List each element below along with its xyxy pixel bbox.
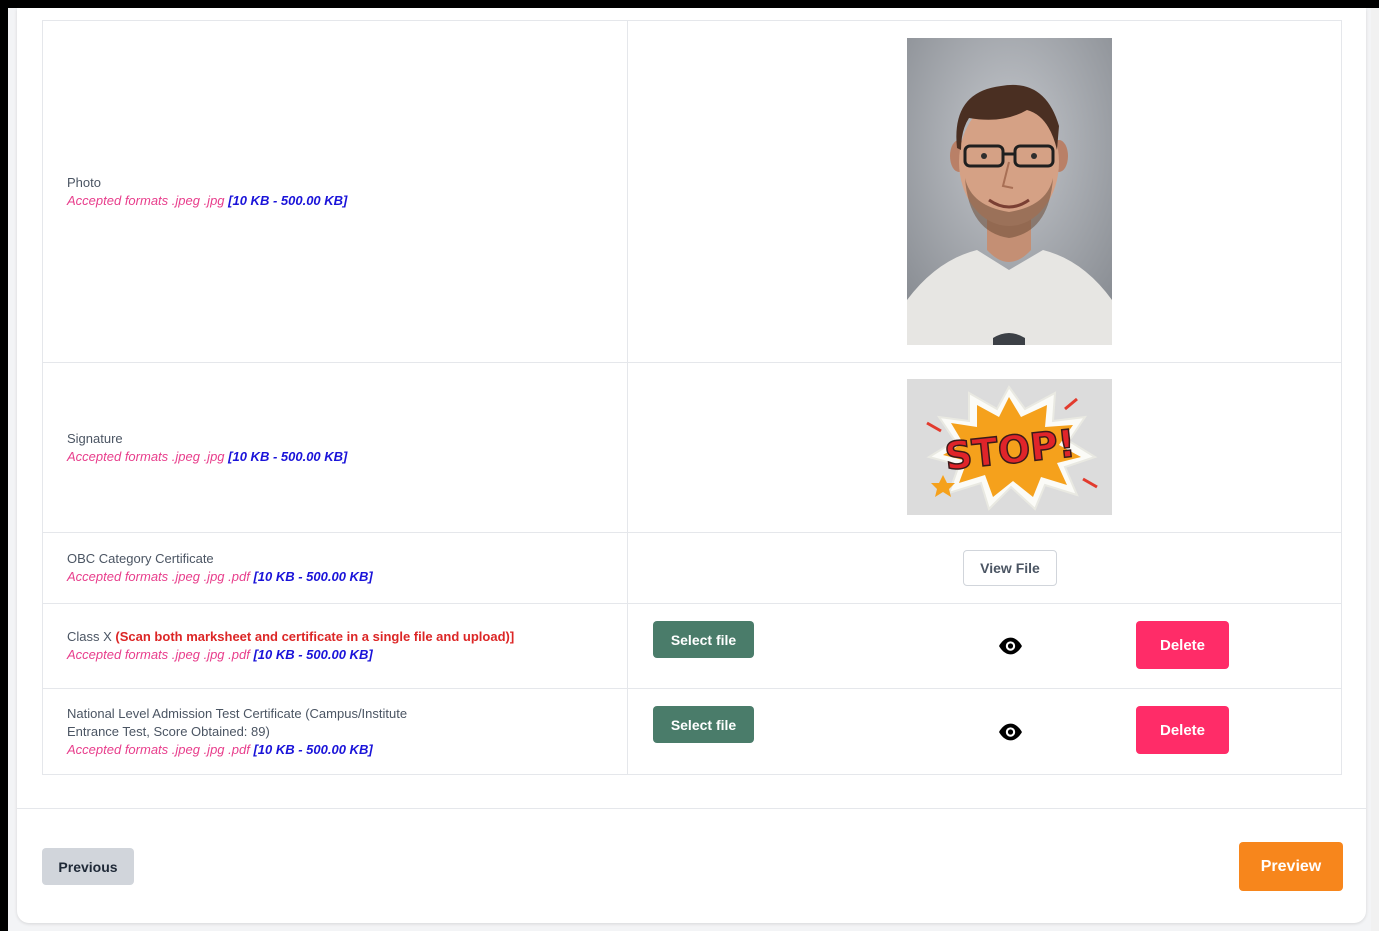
obc-value-cell: View File (627, 532, 1342, 604)
person-portrait-icon (907, 38, 1112, 345)
signature-label-cell: Signature Accepted formats .jpeg .jpg [1… (42, 362, 628, 533)
photo-value-cell (627, 20, 1342, 363)
table-row-photo: Photo Accepted formats .jpeg .jpg [10 KB… (42, 20, 1342, 363)
class-x-label: Class X (67, 629, 112, 644)
footer-divider (17, 808, 1366, 809)
eye-icon[interactable] (998, 637, 1023, 655)
obc-label-cell: OBC Category Certificate Accepted format… (42, 532, 628, 604)
table-row-class-x: Class X (Scan both marksheet and certifi… (42, 603, 1342, 689)
national-label-line-2: Entrance Test, Score Obtained: 89) (67, 723, 270, 739)
stop-sticker-icon: STOP! (907, 379, 1112, 515)
signature-formats: Accepted formats .jpeg .jpg (67, 448, 225, 464)
photo-format-line: Accepted formats .jpeg .jpg [10 KB - 500… (67, 192, 603, 210)
class-x-label-cell: Class X (Scan both marksheet and certifi… (42, 603, 628, 689)
table-row-national-test: National Level Admission Test Certificat… (42, 688, 1342, 775)
vertical-scrollbar[interactable] (1371, 8, 1379, 931)
photo-preview-image[interactable] (907, 38, 1112, 345)
previous-button[interactable]: Previous (42, 848, 134, 885)
class-x-note: (Scan both marksheet and certificate in … (115, 629, 515, 644)
photo-size: [10 KB - 500.00 KB] (228, 192, 348, 208)
class-x-size: [10 KB - 500.00 KB] (253, 647, 373, 662)
photo-formats: Accepted formats .jpeg .jpg (67, 192, 225, 208)
national-size: [10 KB - 500.00 KB] (253, 741, 373, 757)
obc-label: OBC Category Certificate (67, 551, 214, 566)
class-x-delete-button[interactable]: Delete (1136, 621, 1229, 669)
national-formats: Accepted formats .jpeg .jpg .pdf (67, 741, 250, 757)
national-delete-button[interactable]: Delete (1136, 706, 1229, 754)
table-row-signature: Signature Accepted formats .jpeg .jpg [1… (42, 362, 1342, 533)
signature-size: [10 KB - 500.00 KB] (228, 448, 348, 464)
documents-card: Photo Accepted formats .jpeg .jpg [10 KB… (17, 8, 1366, 923)
table-row-obc: OBC Category Certificate Accepted format… (42, 532, 1342, 604)
page-canvas: Photo Accepted formats .jpeg .jpg [10 KB… (8, 8, 1379, 931)
national-format-line: Accepted formats .jpeg .jpg .pdf [10 KB … (67, 741, 603, 759)
obc-size: [10 KB - 500.00 KB] (253, 569, 373, 584)
preview-button[interactable]: Preview (1239, 842, 1343, 891)
class-x-title-line: Class X (Scan both marksheet and certifi… (67, 628, 603, 646)
view-file-button[interactable]: View File (963, 550, 1057, 586)
signature-format-line: Accepted formats .jpeg .jpg [10 KB - 500… (67, 448, 603, 466)
eye-icon[interactable] (998, 723, 1023, 741)
photo-label-cell: Photo Accepted formats .jpeg .jpg [10 KB… (42, 20, 628, 363)
signature-value-cell: STOP! (627, 362, 1342, 533)
documents-table: Photo Accepted formats .jpeg .jpg [10 KB… (42, 20, 1342, 775)
national-label-cell: National Level Admission Test Certificat… (42, 688, 628, 775)
obc-formats: Accepted formats .jpeg .jpg .pdf (67, 569, 250, 584)
class-x-select-file-button[interactable]: Select file (653, 621, 754, 658)
class-x-value-cell: Select file Delete (627, 603, 1342, 689)
signature-preview-image[interactable]: STOP! (907, 379, 1112, 515)
national-select-file-button[interactable]: Select file (653, 706, 754, 743)
national-value-cell: Select file Delete (627, 688, 1342, 775)
national-label-line-1: National Level Admission Test Certificat… (67, 705, 408, 721)
class-x-formats: Accepted formats .jpeg .jpg .pdf (67, 647, 250, 662)
signature-label: Signature (67, 430, 123, 446)
obc-format-line: Accepted formats .jpeg .jpg .pdf [10 KB … (67, 568, 603, 586)
class-x-format-line: Accepted formats .jpeg .jpg .pdf [10 KB … (67, 646, 603, 664)
photo-label: Photo (67, 174, 101, 190)
